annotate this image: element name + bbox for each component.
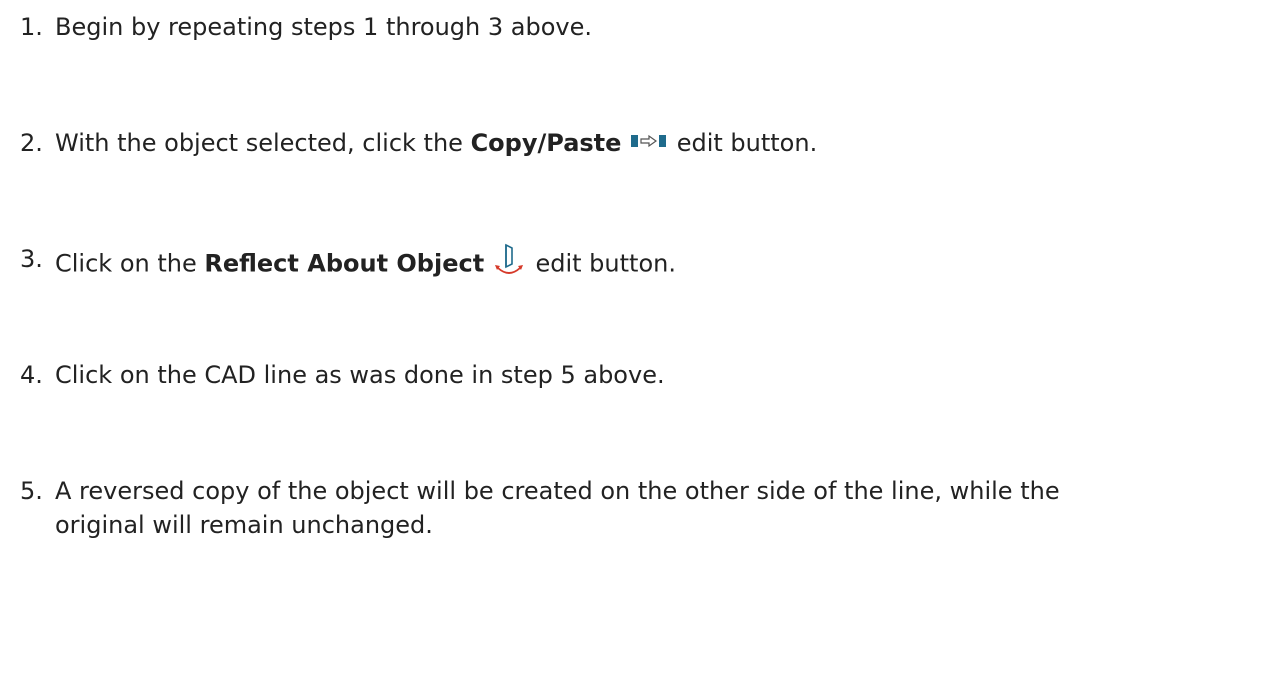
step-text-after: edit button.	[535, 249, 676, 278]
step-text: A reversed copy of the object will be cr…	[55, 474, 1275, 542]
step-number: 2.	[20, 129, 43, 157]
step-text: Click on the CAD line as was done in ste…	[55, 361, 665, 389]
step-text-after: edit button.	[669, 129, 818, 157]
reflect-about-object-icon	[492, 242, 528, 287]
step-text: Click on the Reflect About Object edit b…	[55, 242, 1275, 287]
step-number: 1.	[20, 13, 43, 41]
step-number: 5.	[20, 477, 43, 505]
copy-paste-icon	[629, 127, 669, 161]
step-text-line-1: A reversed copy of the object will be cr…	[55, 477, 1060, 505]
copy-paste-label: Copy/Paste	[470, 129, 622, 157]
step-text: Begin by repeating steps 1 through 3 abo…	[55, 13, 592, 41]
step-text-line-2: original will remain unchanged.	[55, 511, 433, 539]
step-text-before: Click on the	[55, 249, 205, 278]
step-number: 4.	[20, 361, 43, 389]
reflect-about-object-label: Reflect About Object	[204, 249, 485, 278]
step-text-before: With the object selected, click the	[55, 129, 471, 157]
step-number: 3.	[20, 245, 43, 273]
step-text: With the object selected, click the Copy…	[55, 126, 1275, 161]
